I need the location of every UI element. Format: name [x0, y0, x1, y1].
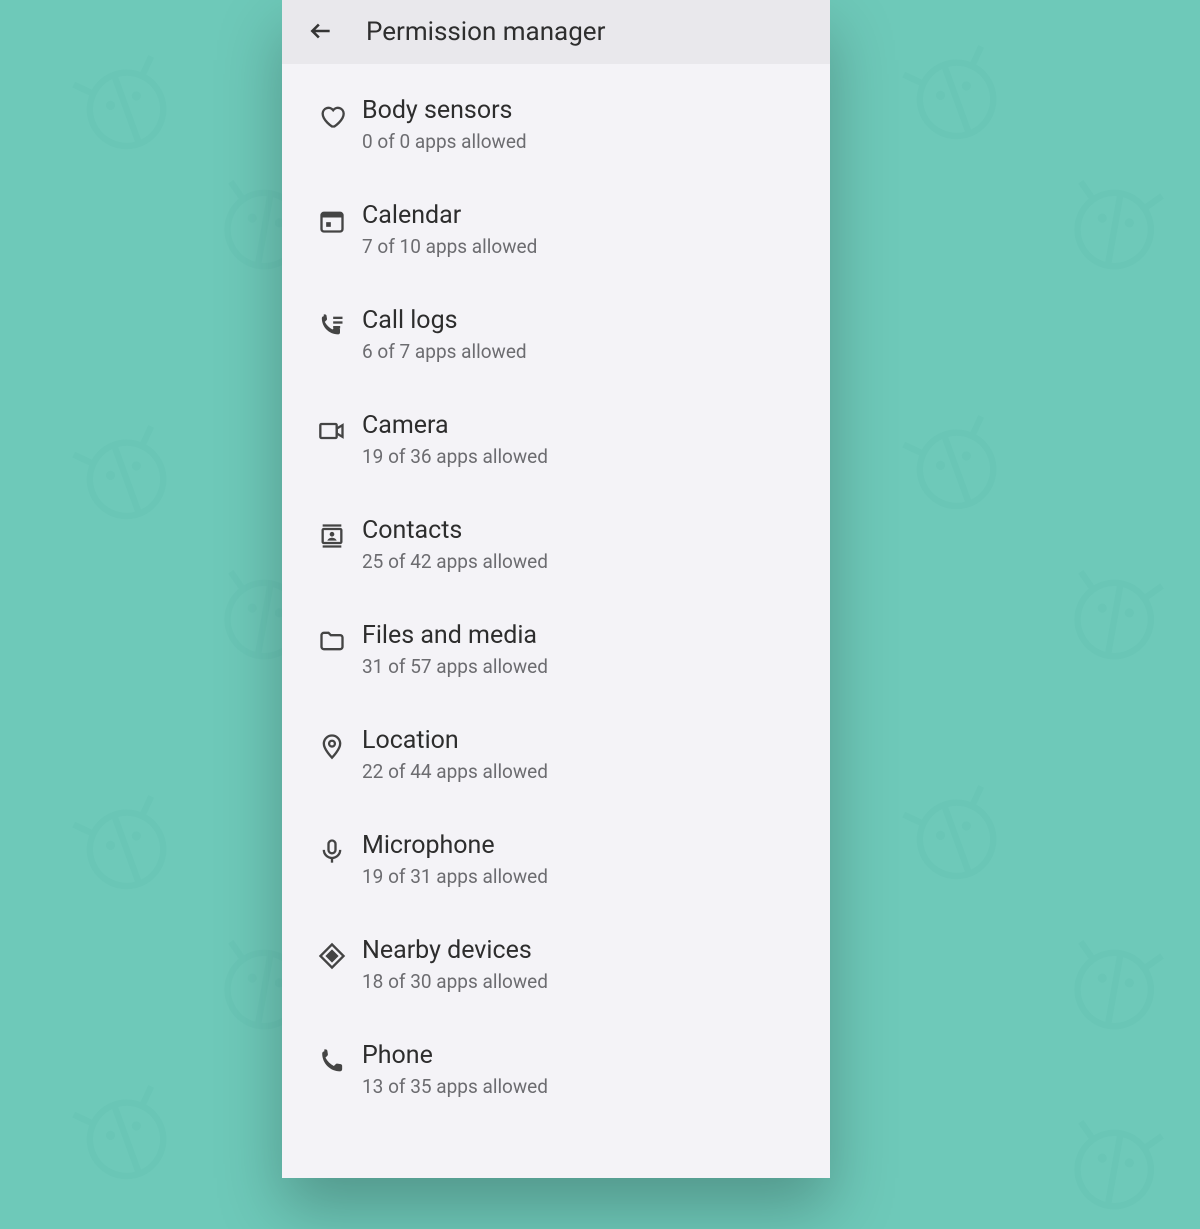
arrow-back-icon: [308, 18, 334, 47]
list-item-label: Calendar: [362, 201, 537, 231]
camera-icon: [302, 411, 362, 445]
list-item-label: Call logs: [362, 306, 527, 336]
contacts-icon: [302, 516, 362, 550]
location-icon: [302, 726, 362, 760]
folder-icon: [302, 621, 362, 655]
page-title: Permission manager: [366, 17, 605, 47]
list-item-subtitle: 31 of 57 apps allowed: [362, 655, 548, 678]
list-item-text: Location 22 of 44 apps allowed: [362, 726, 548, 783]
item-camera[interactable]: Camera 19 of 36 apps allowed: [282, 387, 830, 492]
item-location[interactable]: Location 22 of 44 apps allowed: [282, 702, 830, 807]
list-item-label: Nearby devices: [362, 936, 548, 966]
item-phone[interactable]: Phone 13 of 35 apps allowed: [282, 1017, 830, 1122]
list-item-subtitle: 6 of 7 apps allowed: [362, 340, 527, 363]
list-item-subtitle: 25 of 42 apps allowed: [362, 550, 548, 573]
list-item-text: Files and media 31 of 57 apps allowed: [362, 621, 548, 678]
list-item-label: Body sensors: [362, 96, 527, 126]
item-call-logs[interactable]: Call logs 6 of 7 apps allowed: [282, 282, 830, 387]
item-body-sensors[interactable]: Body sensors 0 of 0 apps allowed: [282, 72, 830, 177]
list-item-label: Microphone: [362, 831, 548, 861]
phone-icon: [302, 1041, 362, 1075]
list-item-text: Nearby devices 18 of 30 apps allowed: [362, 936, 548, 993]
app-bar: Permission manager: [282, 0, 830, 64]
back-button[interactable]: [302, 13, 340, 51]
list-item-text: Body sensors 0 of 0 apps allowed: [362, 96, 527, 153]
list-item-subtitle: 19 of 36 apps allowed: [362, 445, 548, 468]
item-contacts[interactable]: Contacts 25 of 42 apps allowed: [282, 492, 830, 597]
list-item-subtitle: 22 of 44 apps allowed: [362, 760, 548, 783]
permission-list: Body sensors 0 of 0 apps allowed Calendar 7…: [282, 64, 830, 1122]
list-item-subtitle: 7 of 10 apps allowed: [362, 235, 537, 258]
mic-icon: [302, 831, 362, 865]
list-item-text: Phone 13 of 35 apps allowed: [362, 1041, 548, 1098]
heart-icon: [302, 96, 362, 130]
item-files-media[interactable]: Files and media 31 of 57 apps allowed: [282, 597, 830, 702]
item-nearby-devices[interactable]: Nearby devices 18 of 30 apps allowed: [282, 912, 830, 1017]
list-item-label: Files and media: [362, 621, 548, 651]
list-item-subtitle: 19 of 31 apps allowed: [362, 865, 548, 888]
list-item-text: Call logs 6 of 7 apps allowed: [362, 306, 527, 363]
screen: Permission manager Body sensors 0 of 0 ap…: [282, 0, 830, 1178]
list-item-subtitle: 0 of 0 apps allowed: [362, 130, 527, 153]
list-item-text: Microphone 19 of 31 apps allowed: [362, 831, 548, 888]
list-item-text: Contacts 25 of 42 apps allowed: [362, 516, 548, 573]
list-item-label: Camera: [362, 411, 548, 441]
calendar-icon: [302, 201, 362, 235]
call-log-icon: [302, 306, 362, 340]
list-item-label: Contacts: [362, 516, 548, 546]
nearby-icon: [302, 936, 362, 970]
list-item-text: Camera 19 of 36 apps allowed: [362, 411, 548, 468]
item-calendar[interactable]: Calendar 7 of 10 apps allowed: [282, 177, 830, 282]
list-item-label: Phone: [362, 1041, 548, 1071]
list-item-subtitle: 18 of 30 apps allowed: [362, 970, 548, 993]
list-item-label: Location: [362, 726, 548, 756]
list-item-text: Calendar 7 of 10 apps allowed: [362, 201, 537, 258]
list-item-subtitle: 13 of 35 apps allowed: [362, 1075, 548, 1098]
item-microphone[interactable]: Microphone 19 of 31 apps allowed: [282, 807, 830, 912]
